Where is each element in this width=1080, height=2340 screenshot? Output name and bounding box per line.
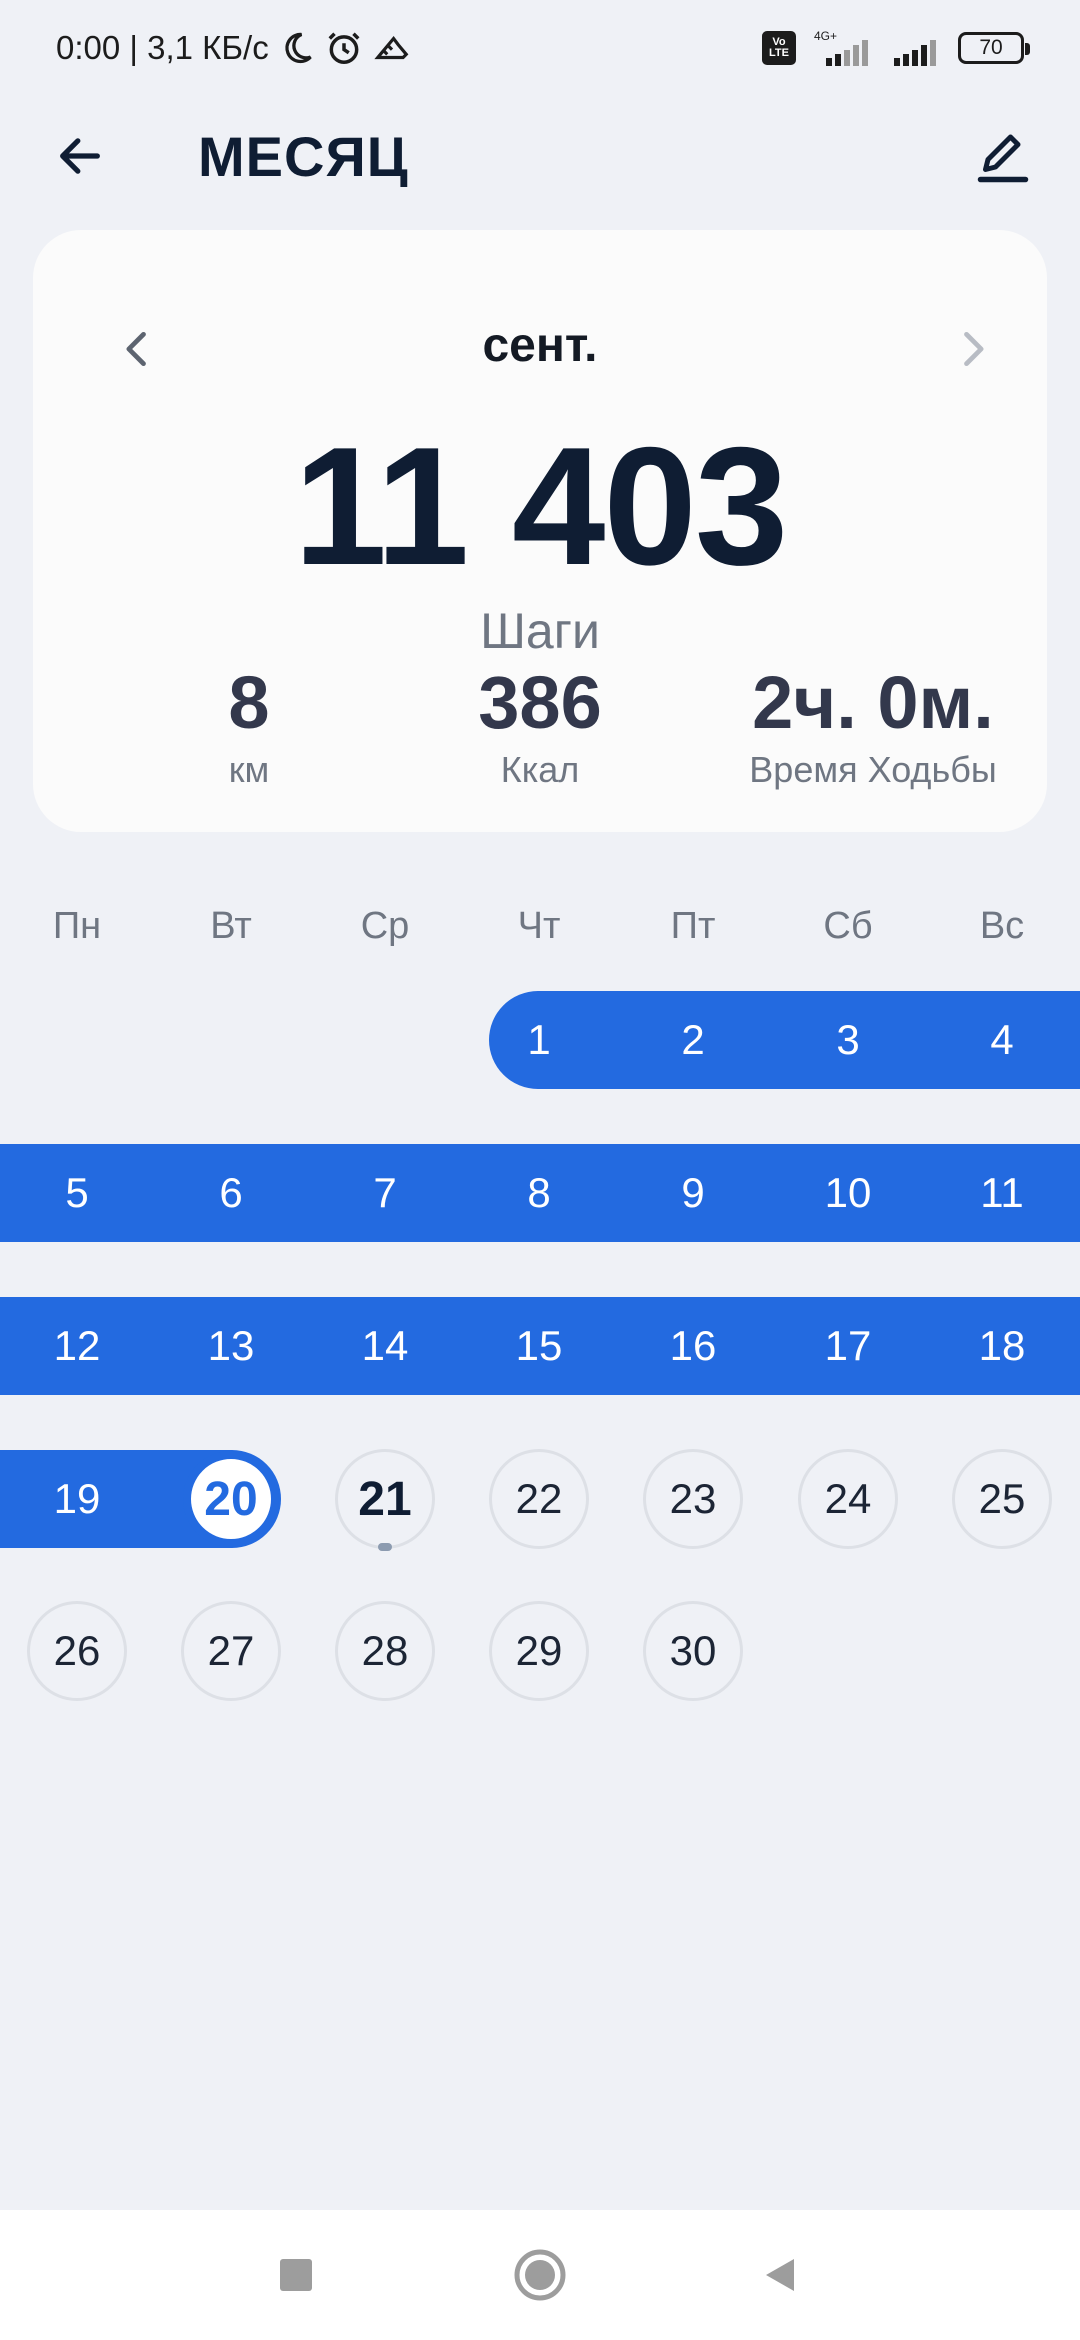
steps-total: 11 403	[293, 412, 789, 600]
calories-label: Ккал	[500, 749, 580, 790]
triangle-back-icon	[766, 2259, 794, 2291]
calendar-day[interactable]: 27	[181, 1601, 281, 1701]
calendar-day[interactable]: 28	[335, 1601, 435, 1701]
calendar-day[interactable]: 19	[27, 1449, 127, 1549]
battery-indicator: 70	[958, 32, 1030, 64]
recents-button[interactable]	[256, 2235, 336, 2315]
weekday-label: Чт	[517, 905, 561, 947]
arrow-left-icon	[60, 138, 100, 174]
weekday-label: Пт	[670, 905, 716, 947]
calendar-day[interactable]: 20	[183, 1451, 279, 1547]
back-button[interactable]	[48, 124, 112, 188]
network-type-label: 4G+	[814, 29, 837, 43]
calendar-day[interactable]: 25	[952, 1449, 1052, 1549]
calendar-day[interactable]: 22	[489, 1449, 589, 1549]
calendar-day[interactable]: 18	[952, 1296, 1052, 1396]
system-nav-bar	[0, 2210, 1080, 2340]
calendar-day[interactable]: 16	[643, 1296, 743, 1396]
circle-home-icon	[514, 2249, 566, 2301]
calendar-day[interactable]: 17	[798, 1296, 898, 1396]
steps-label: Шаги	[480, 603, 600, 659]
calendar-day[interactable]: 30	[643, 1601, 743, 1701]
back-nav-button[interactable]	[740, 2235, 820, 2315]
calendar-day[interactable]: 21	[335, 1449, 435, 1549]
calendar-day[interactable]: 11	[952, 1143, 1052, 1243]
walk-time-value: 2ч. 0м.	[752, 661, 994, 744]
calendar-day[interactable]: 5	[27, 1143, 127, 1243]
status-right: Vo LTE 4G+ 70	[762, 28, 1030, 68]
current-day-indicator	[378, 1543, 392, 1551]
alarm-icon	[328, 32, 360, 64]
status-time-speed: 0:00 | 3,1 КБ/с	[56, 29, 269, 66]
shoe-icon	[374, 35, 409, 60]
volte-badge: Vo LTE	[762, 31, 796, 65]
month-label: сент.	[482, 319, 598, 372]
square-recents-icon	[280, 2259, 312, 2291]
weekday-header: Пн Вт Ср Чт Пт Сб Вс	[0, 905, 1080, 961]
calendar-day[interactable]: 26	[27, 1601, 127, 1701]
chevron-right-icon	[964, 331, 984, 367]
next-month-button[interactable]	[937, 314, 1007, 384]
weekday-label: Вт	[210, 905, 252, 947]
calendar-day[interactable]: 7	[335, 1143, 435, 1243]
calendar-day[interactable]: 23	[643, 1449, 743, 1549]
moon-icon	[285, 32, 312, 64]
calendar-day[interactable]: 29	[489, 1601, 589, 1701]
calendar-day[interactable]: 3	[798, 990, 898, 1090]
distance-label: км	[228, 749, 270, 790]
walk-time-stat: 2ч. 0м. Время Ходьбы	[723, 660, 1023, 791]
calendar-day[interactable]: 24	[798, 1449, 898, 1549]
weekday-label: Пн	[52, 905, 102, 947]
calendar-day[interactable]: 9	[643, 1143, 743, 1243]
calendar-day[interactable]: 13	[181, 1296, 281, 1396]
calendar-day[interactable]: 8	[489, 1143, 589, 1243]
status-bar: 0:00 | 3,1 КБ/с Vo LTE 4G+ 70	[0, 0, 1080, 96]
walk-time-label: Время Ходьбы	[749, 749, 997, 790]
calendar-day[interactable]: 2	[643, 990, 743, 1090]
page-title: МЕСЯЦ	[198, 125, 409, 188]
distance-stat: 8 км	[149, 660, 349, 791]
calendar-day[interactable]: 6	[181, 1143, 281, 1243]
edit-button[interactable]	[968, 122, 1038, 192]
calendar-day[interactable]: 15	[489, 1296, 589, 1396]
calories-stat: 386 Ккал	[440, 660, 640, 791]
calendar-day[interactable]: 1	[489, 990, 589, 1090]
calendar-day[interactable]: 10	[798, 1143, 898, 1243]
month-summary-card: сент. 11 403 Шаги 8 км 386 Ккал 2ч. 0м. …	[33, 230, 1047, 832]
distance-value: 8	[228, 661, 270, 744]
pencil-icon	[977, 134, 1029, 183]
calendar-day[interactable]: 4	[952, 990, 1052, 1090]
signal-icon: 4G+	[814, 29, 868, 66]
status-left: 0:00 | 3,1 КБ/с	[56, 29, 411, 67]
app-bar: МЕСЯЦ	[0, 100, 1080, 210]
calendar-day[interactable]: 14	[335, 1296, 435, 1396]
signal-icon-2	[894, 40, 936, 66]
weekday-label: Сб	[823, 905, 873, 947]
calendar-day[interactable]: 12	[27, 1296, 127, 1396]
calories-value: 386	[478, 661, 602, 744]
home-button[interactable]	[500, 2235, 580, 2315]
weekday-label: Вс	[979, 905, 1025, 947]
weekday-label: Ср	[360, 905, 410, 947]
